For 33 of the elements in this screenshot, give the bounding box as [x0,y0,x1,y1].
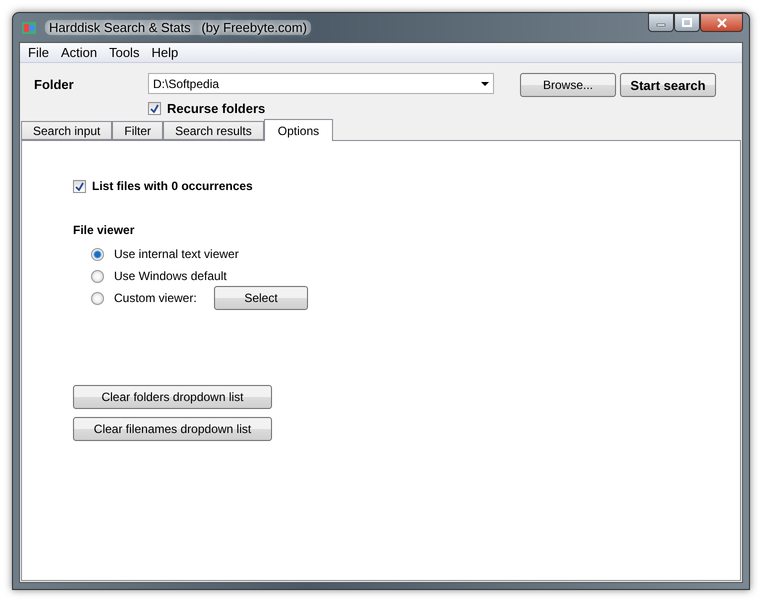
radio-label: Use internal text viewer [114,247,239,261]
start-search-button[interactable]: Start search [620,73,716,97]
dropdown-arrow-icon [481,82,489,86]
menu-item[interactable]: Tools [103,45,146,60]
menu-item[interactable]: File [22,45,55,60]
menu-item[interactable]: Action [54,45,104,60]
maximize-button[interactable] [674,13,700,32]
radio-button[interactable] [91,270,104,282]
clear-list-button[interactable]: Clear filenames dropdown list [73,417,272,441]
radio-label: Use Windows default [114,269,227,283]
tab[interactable]: Search results [163,121,264,140]
recurse-label: Recurse folders [167,101,266,116]
recurse-checkbox[interactable] [148,102,161,115]
tab[interactable]: Options [264,119,334,141]
radio-button[interactable] [91,248,104,260]
select-button[interactable]: Select [214,286,308,310]
tab[interactable]: Search input [21,121,112,140]
folder-combobox[interactable]: D:\Softpedia [148,73,494,94]
radio-label: Custom viewer: [114,291,198,305]
minimize-button[interactable] [648,13,674,32]
browse-button[interactable]: Browse... [520,73,616,97]
file-viewer-heading: File viewer [73,223,136,237]
tab[interactable]: Filter [112,121,164,140]
list-zero-checkbox[interactable] [73,180,86,192]
radio-button[interactable] [91,292,104,304]
menu-item[interactable]: Help [145,45,184,60]
folder-label: Folder [34,76,75,94]
close-button[interactable] [700,13,743,32]
maximize-icon [682,18,692,27]
app-icon [21,20,37,36]
clear-list-button[interactable]: Clear folders dropdown list [73,385,272,409]
list-zero-label: List files with 0 occurrences [92,179,253,193]
close-icon [716,18,728,28]
